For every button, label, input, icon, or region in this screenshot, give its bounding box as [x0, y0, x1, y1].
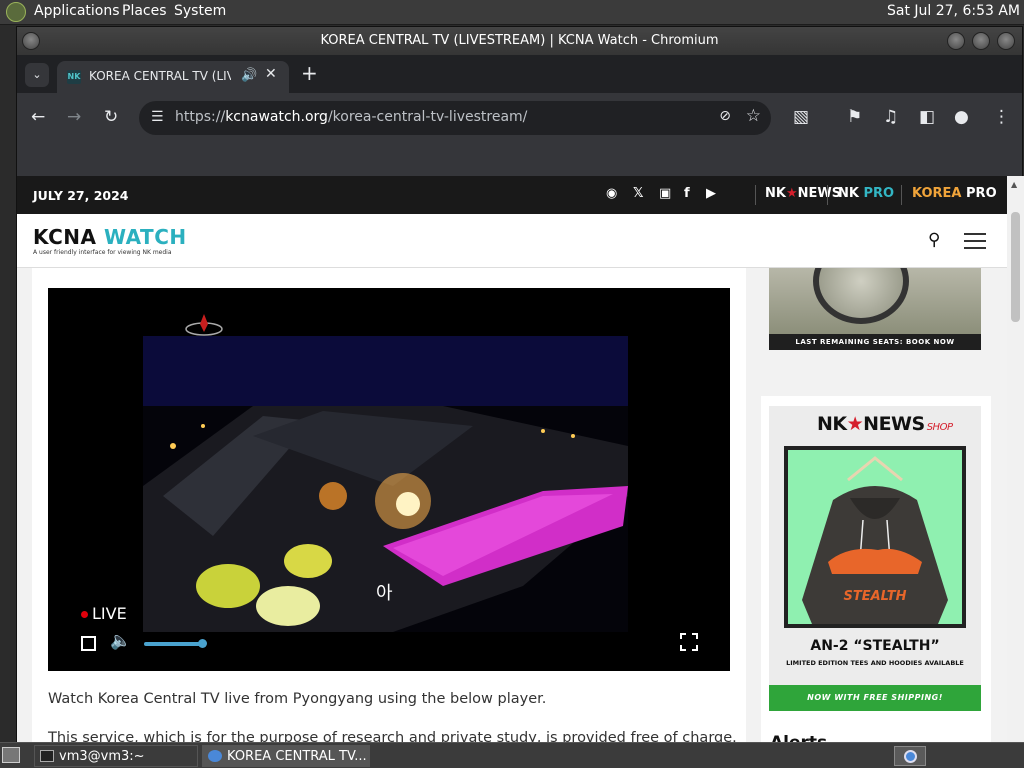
- browser-window: KOREA CENTRAL TV (LIVESTREAM) | KCNA Wat…: [16, 26, 1024, 743]
- system-menu[interactable]: System: [174, 3, 226, 19]
- volume-slider[interactable]: [144, 642, 203, 646]
- stop-icon[interactable]: [81, 636, 96, 651]
- search-icon[interactable]: ⚲: [928, 230, 940, 250]
- youtube-icon[interactable]: ▶: [706, 186, 716, 201]
- close-window-button[interactable]: [997, 32, 1015, 50]
- alerts-widget: Alerts: [761, 721, 991, 743]
- tab-active[interactable]: NK KOREA CENTRAL TV (LIVESTREAM) | KCNA …: [57, 61, 289, 93]
- sidebar-ad-shop[interactable]: NK★NEWS SHOP STEALTH AN-2 “STEALTH” LIMIT…: [769, 406, 981, 711]
- sidebar-ad-event[interactable]: LAST REMAINING SEATS: BOOK NOW: [769, 268, 981, 350]
- hamburger-menu-icon[interactable]: [964, 233, 986, 249]
- bottom-taskbar: vm3@vm3:~ KOREA CENTRAL TV...: [0, 742, 1024, 768]
- minimize-button[interactable]: [947, 32, 965, 50]
- workspace-chromium-icon: [904, 750, 917, 763]
- taskbar-browser[interactable]: KOREA CENTRAL TV...: [202, 745, 370, 767]
- favicon-icon: NK: [67, 70, 81, 84]
- nknews-shop-logo: NK★NEWS SHOP: [817, 413, 953, 435]
- hoodie-print-text: STEALTH: [843, 589, 906, 604]
- media-controls-icon[interactable]: ♫: [883, 107, 898, 127]
- divider: [901, 185, 902, 205]
- ad-image-scope: [769, 268, 981, 334]
- scroll-up-icon[interactable]: ▲: [1011, 180, 1017, 189]
- product-subtitle: LIMITED EDITION TEES AND HOODIES AVAILAB…: [786, 659, 964, 667]
- taskbar-terminal[interactable]: vm3@vm3:~: [34, 745, 198, 767]
- nknews-link[interactable]: NK★NEWS: [765, 186, 841, 201]
- video-frame-greenhouse-night: 아: [143, 336, 628, 632]
- page-scrollbar[interactable]: ▲: [1007, 176, 1024, 743]
- side-panel-icon[interactable]: ◧: [919, 107, 935, 127]
- extensions-icon[interactable]: ▧: [793, 107, 809, 127]
- live-indicator: LIVE: [81, 604, 127, 623]
- free-shipping-banner[interactable]: NOW WITH FREE SHIPPING!: [769, 685, 981, 711]
- site-header: KCNA WATCH A user friendly interface for…: [17, 214, 1007, 268]
- url-text[interactable]: https://kcnawatch.org/korea-central-tv-l…: [175, 109, 527, 125]
- koreapro-link[interactable]: KOREA PRO: [912, 186, 997, 201]
- x-icon[interactable]: 𝕏: [633, 186, 643, 201]
- applications-menu[interactable]: Applications: [34, 3, 120, 19]
- site-tagline: A user friendly interface for viewing NK…: [33, 249, 172, 256]
- site-logo[interactable]: KCNA WATCH: [33, 225, 187, 249]
- main-content: 아 LIVE 🔈 Watch Korea Central TV live fro…: [32, 268, 746, 743]
- audio-playing-icon[interactable]: 🔊: [241, 68, 257, 83]
- show-desktop-icon[interactable]: [2, 747, 20, 763]
- workspace-switcher[interactable]: [894, 746, 926, 766]
- address-bar[interactable]: ☰ https://kcnawatch.org/korea-central-tv…: [139, 101, 771, 135]
- ad-caption: LAST REMAINING SEATS: BOOK NOW: [769, 334, 981, 350]
- window-title: KOREA CENTRAL TV (LIVESTREAM) | KCNA Wat…: [320, 33, 719, 48]
- gnome-logo-icon[interactable]: [6, 2, 26, 22]
- video-player[interactable]: 아 LIVE 🔈: [48, 288, 730, 671]
- toolbar-spacer: [17, 143, 1022, 176]
- labs-flask-icon[interactable]: ⚑: [847, 107, 862, 127]
- facebook-icon[interactable]: f: [684, 186, 690, 201]
- tracking-protection-icon[interactable]: ⊘: [719, 108, 731, 124]
- site-info-icon[interactable]: ☰: [151, 109, 164, 125]
- top-panel: Applications Places System Sat Jul 27, 6…: [0, 0, 1024, 25]
- nkpro-link[interactable]: NK PRO: [838, 186, 894, 201]
- maximize-button[interactable]: [972, 32, 990, 50]
- product-image: STEALTH: [784, 446, 966, 628]
- page-viewport: JULY 27, 2024 ◉ 𝕏 ▣ f ▶ NK★NEWS NK PRO K…: [17, 176, 1007, 743]
- browser-toolbar: ← → ↻ ☰ https://kcnawatch.org/korea-cent…: [17, 93, 1022, 143]
- bookmark-star-icon[interactable]: ☆: [746, 106, 761, 126]
- fullscreen-icon[interactable]: [680, 633, 698, 651]
- terminal-icon: [40, 750, 54, 762]
- product-name: AN-2 “STEALTH”: [810, 638, 940, 654]
- new-tab-icon[interactable]: +: [301, 61, 318, 85]
- profile-avatar-icon[interactable]: ●: [954, 107, 969, 127]
- korean-overlay-text: 아: [376, 583, 393, 604]
- intro-text: Watch Korea Central TV live from Pyongya…: [48, 691, 547, 707]
- scrollbar-thumb[interactable]: [1011, 212, 1020, 322]
- mastodon-icon[interactable]: ◉: [606, 186, 617, 201]
- places-menu[interactable]: Places: [122, 3, 167, 19]
- site-date: JULY 27, 2024: [33, 188, 129, 203]
- volume-slider-handle[interactable]: [198, 639, 207, 648]
- forward-icon[interactable]: →: [67, 107, 81, 127]
- clock[interactable]: Sat Jul 27, 6:53 AM: [887, 3, 1020, 19]
- chromium-icon: [208, 750, 222, 762]
- site-topbar: JULY 27, 2024 ◉ 𝕏 ▣ f ▶ NK★NEWS NK PRO K…: [17, 176, 1007, 214]
- tab-close-icon[interactable]: ✕: [265, 66, 277, 82]
- instagram-icon[interactable]: ▣: [659, 186, 671, 201]
- hoodie-illustration: STEALTH: [802, 456, 948, 624]
- volume-icon[interactable]: 🔈: [110, 631, 131, 651]
- window-menu-button[interactable]: [22, 32, 40, 50]
- tab-title: KOREA CENTRAL TV (LIVESTREAM) | KCNA Wat…: [89, 69, 231, 83]
- back-icon[interactable]: ←: [31, 107, 45, 127]
- window-titlebar[interactable]: KOREA CENTRAL TV (LIVESTREAM) | KCNA Wat…: [17, 27, 1022, 55]
- reload-icon[interactable]: ↻: [104, 107, 118, 127]
- divider: [755, 185, 756, 205]
- more-menu-icon[interactable]: ⋮: [993, 107, 1010, 127]
- tab-strip: ⌄ NK KOREA CENTRAL TV (LIVESTREAM) | KCN…: [17, 55, 1022, 93]
- tab-search-icon[interactable]: ⌄: [25, 63, 49, 87]
- divider: [827, 185, 828, 205]
